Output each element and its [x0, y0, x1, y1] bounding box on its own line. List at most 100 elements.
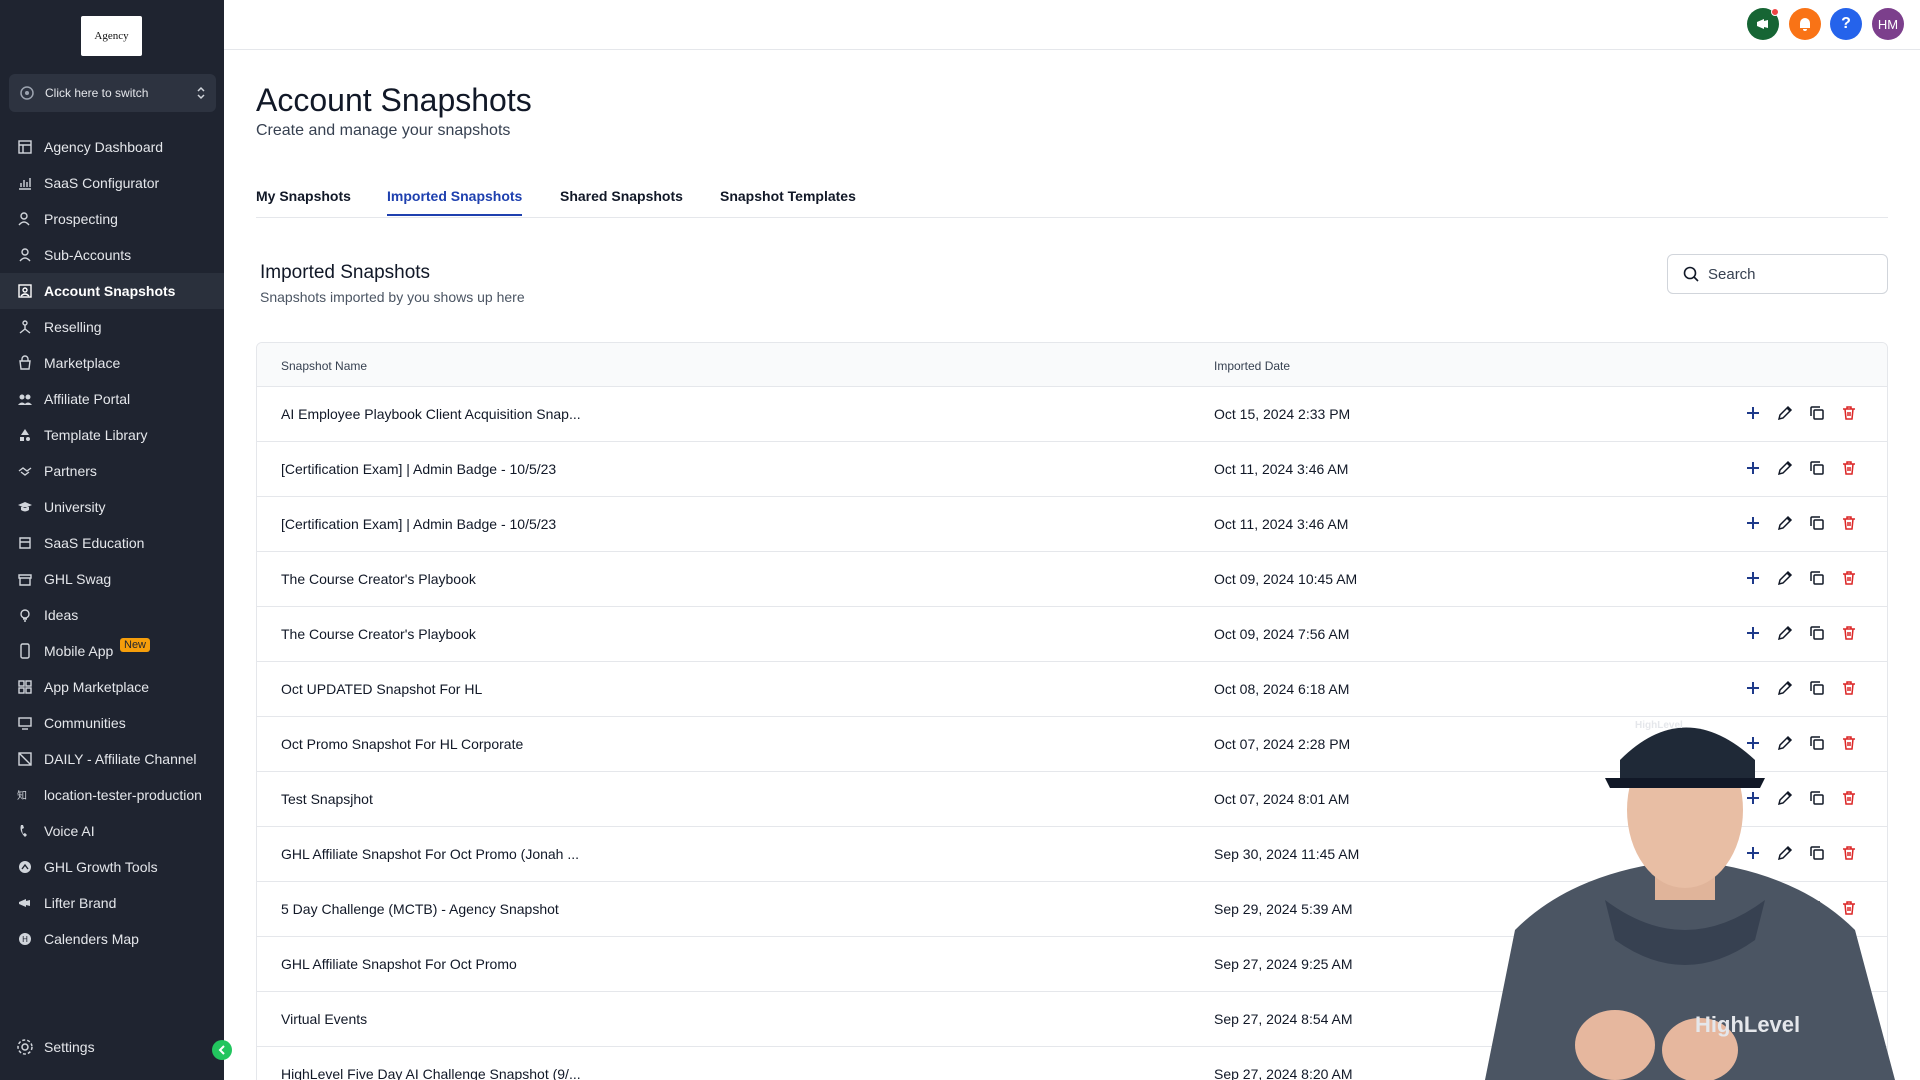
channel-icon [16, 750, 34, 768]
sidebar-item-label: Agency Dashboard [44, 139, 164, 155]
notifications-button[interactable] [1789, 8, 1821, 40]
sidebar-item-marketplace[interactable]: Marketplace [0, 345, 224, 381]
table-row[interactable]: The Course Creator's Playbook Oct 09, 202… [257, 607, 1887, 662]
bell-icon [1800, 18, 1810, 31]
snapshot-name: HighLevel Five Day AI Challenge Snapshot… [281, 1066, 581, 1080]
add-button[interactable] [1743, 568, 1763, 588]
delete-button[interactable] [1839, 678, 1859, 698]
table-row[interactable]: AI Employee Playbook Client Acquisition … [257, 387, 1887, 442]
sidebar-item-communities[interactable]: Communities [0, 705, 224, 741]
edit-button[interactable] [1775, 568, 1795, 588]
tab-my-snapshots[interactable]: My Snapshots [256, 188, 351, 214]
copy-icon [1810, 516, 1824, 530]
duplicate-button[interactable] [1807, 678, 1827, 698]
delete-button[interactable] [1839, 568, 1859, 588]
edit-button[interactable] [1775, 513, 1795, 533]
duplicate-button[interactable] [1807, 623, 1827, 643]
sidebar-item-ideas[interactable]: Ideas [0, 597, 224, 633]
sidebar-item-affiliate-portal[interactable]: Affiliate Portal [0, 381, 224, 417]
agency-logo[interactable]: Agency [81, 16, 142, 56]
trash-icon [1843, 406, 1855, 420]
imported-date: Sep 30, 2024 11:45 AM [1214, 846, 1360, 862]
table-row[interactable]: [Certification Exam] | Admin Badge - 10/… [257, 442, 1887, 497]
pencil-icon [1777, 515, 1793, 531]
section-subtitle: Snapshots imported by you shows up here [260, 289, 525, 305]
sidebar-item-account-snapshots[interactable]: Account Snapshots [0, 273, 224, 309]
sidebar-item-voice-ai[interactable]: Voice AI [0, 813, 224, 849]
sidebar-item-reselling[interactable]: Reselling [0, 309, 224, 345]
sidebar-item-ghl-growth-tools[interactable]: GHL Growth Tools [0, 849, 224, 885]
edit-button[interactable] [1775, 403, 1795, 423]
sidebar-item-sub-accounts[interactable]: Sub-Accounts [0, 237, 224, 273]
shirt-logo-text: HighLevel [1695, 1012, 1801, 1037]
help-icon: ? [1841, 15, 1851, 32]
pencil-icon [1777, 680, 1793, 696]
edit-button[interactable] [1775, 458, 1795, 478]
tab-shared-snapshots[interactable]: Shared Snapshots [560, 188, 683, 214]
sidebar-item-university[interactable]: University [0, 489, 224, 525]
snapshot-name: Oct Promo Snapshot For HL Corporate [281, 736, 524, 752]
delete-button[interactable] [1839, 513, 1859, 533]
delete-button[interactable] [1839, 623, 1859, 643]
duplicate-button[interactable] [1807, 403, 1827, 423]
sidebar-item-mobile-app[interactable]: Mobile App New [0, 633, 224, 669]
user-avatar[interactable]: HM [1872, 8, 1904, 40]
sidebar-item-daily-affiliate-channel[interactable]: DAILY - Affiliate Channel [0, 741, 224, 777]
sidebar-item-saas-education[interactable]: SaaS Education [0, 525, 224, 561]
edit-button[interactable] [1775, 623, 1795, 643]
imported-date: Sep 27, 2024 8:54 AM [1214, 1011, 1353, 1027]
add-button[interactable] [1743, 623, 1763, 643]
svg-text:知: 知 [17, 789, 27, 802]
table-row[interactable]: The Course Creator's Playbook Oct 09, 202… [257, 552, 1887, 607]
duplicate-button[interactable] [1807, 513, 1827, 533]
pencil-icon [1777, 625, 1793, 641]
page-subtitle: Create and manage your snapshots [256, 122, 511, 139]
megaphone-icon [16, 894, 34, 912]
imported-date: Oct 09, 2024 10:45 AM [1214, 571, 1358, 587]
delete-button[interactable] [1839, 458, 1859, 478]
tab-snapshot-templates[interactable]: Snapshot Templates [720, 188, 856, 214]
search-input[interactable]: Search [1667, 254, 1888, 294]
sidebar-item-prospecting[interactable]: Prospecting [0, 201, 224, 237]
sidebar-item-label: Ideas [44, 607, 79, 623]
sidebar-item-label: Sub-Accounts [44, 247, 132, 263]
sidebar-item-saas-configurator[interactable]: SaaS Configurator [0, 165, 224, 201]
sidebar-item-ghl-swag[interactable]: GHL Swag [0, 561, 224, 597]
duplicate-button[interactable] [1807, 568, 1827, 588]
collapse-sidebar-button[interactable] [212, 1040, 232, 1060]
announcements-button[interactable] [1747, 8, 1779, 40]
add-button[interactable] [1743, 678, 1763, 698]
sidebar-item-label: Mobile App [44, 643, 114, 659]
account-switcher[interactable]: Click here to switch [9, 74, 216, 112]
sidebar-item-lifter-brand[interactable]: Lifter Brand [0, 885, 224, 921]
table-row[interactable]: [Certification Exam] | Admin Badge - 10/… [257, 497, 1887, 552]
sidebar-item-label: Account Snapshots [44, 283, 176, 299]
sidebar-item-app-marketplace[interactable]: App Marketplace [0, 669, 224, 705]
sidebar-item-calenders-map[interactable]: H Calenders Map [0, 921, 224, 957]
delete-button[interactable] [1839, 403, 1859, 423]
search-icon [1683, 266, 1699, 282]
sidebar-item-settings[interactable]: Settings [0, 1029, 224, 1065]
add-icon [1747, 407, 1759, 419]
add-icon [1747, 517, 1759, 529]
store-icon [16, 570, 34, 588]
graduation-icon [16, 498, 34, 516]
column-header-date: Imported Date [1214, 359, 1291, 373]
add-button[interactable] [1743, 513, 1763, 533]
sidebar-item-agency-dashboard[interactable]: Agency Dashboard [0, 129, 224, 165]
pencil-icon [1777, 405, 1793, 421]
snapshot-name: Oct UPDATED Snapshot For HL [281, 681, 483, 697]
add-button[interactable] [1743, 458, 1763, 478]
logo-text: Agency [94, 30, 129, 42]
row-actions [1743, 458, 1859, 478]
cap-logo-text: HighLevel [1635, 720, 1683, 731]
copy-icon [1810, 406, 1824, 420]
sidebar-item-template-library[interactable]: Template Library [0, 417, 224, 453]
add-button[interactable] [1743, 403, 1763, 423]
help-button[interactable]: ? [1830, 8, 1862, 40]
sidebar-item-location-tester-production[interactable]: 知 location-tester-production [0, 777, 224, 813]
edit-button[interactable] [1775, 678, 1795, 698]
tab-imported-snapshots[interactable]: Imported Snapshots [387, 188, 523, 216]
duplicate-button[interactable] [1807, 458, 1827, 478]
sidebar-item-partners[interactable]: Partners [0, 453, 224, 489]
